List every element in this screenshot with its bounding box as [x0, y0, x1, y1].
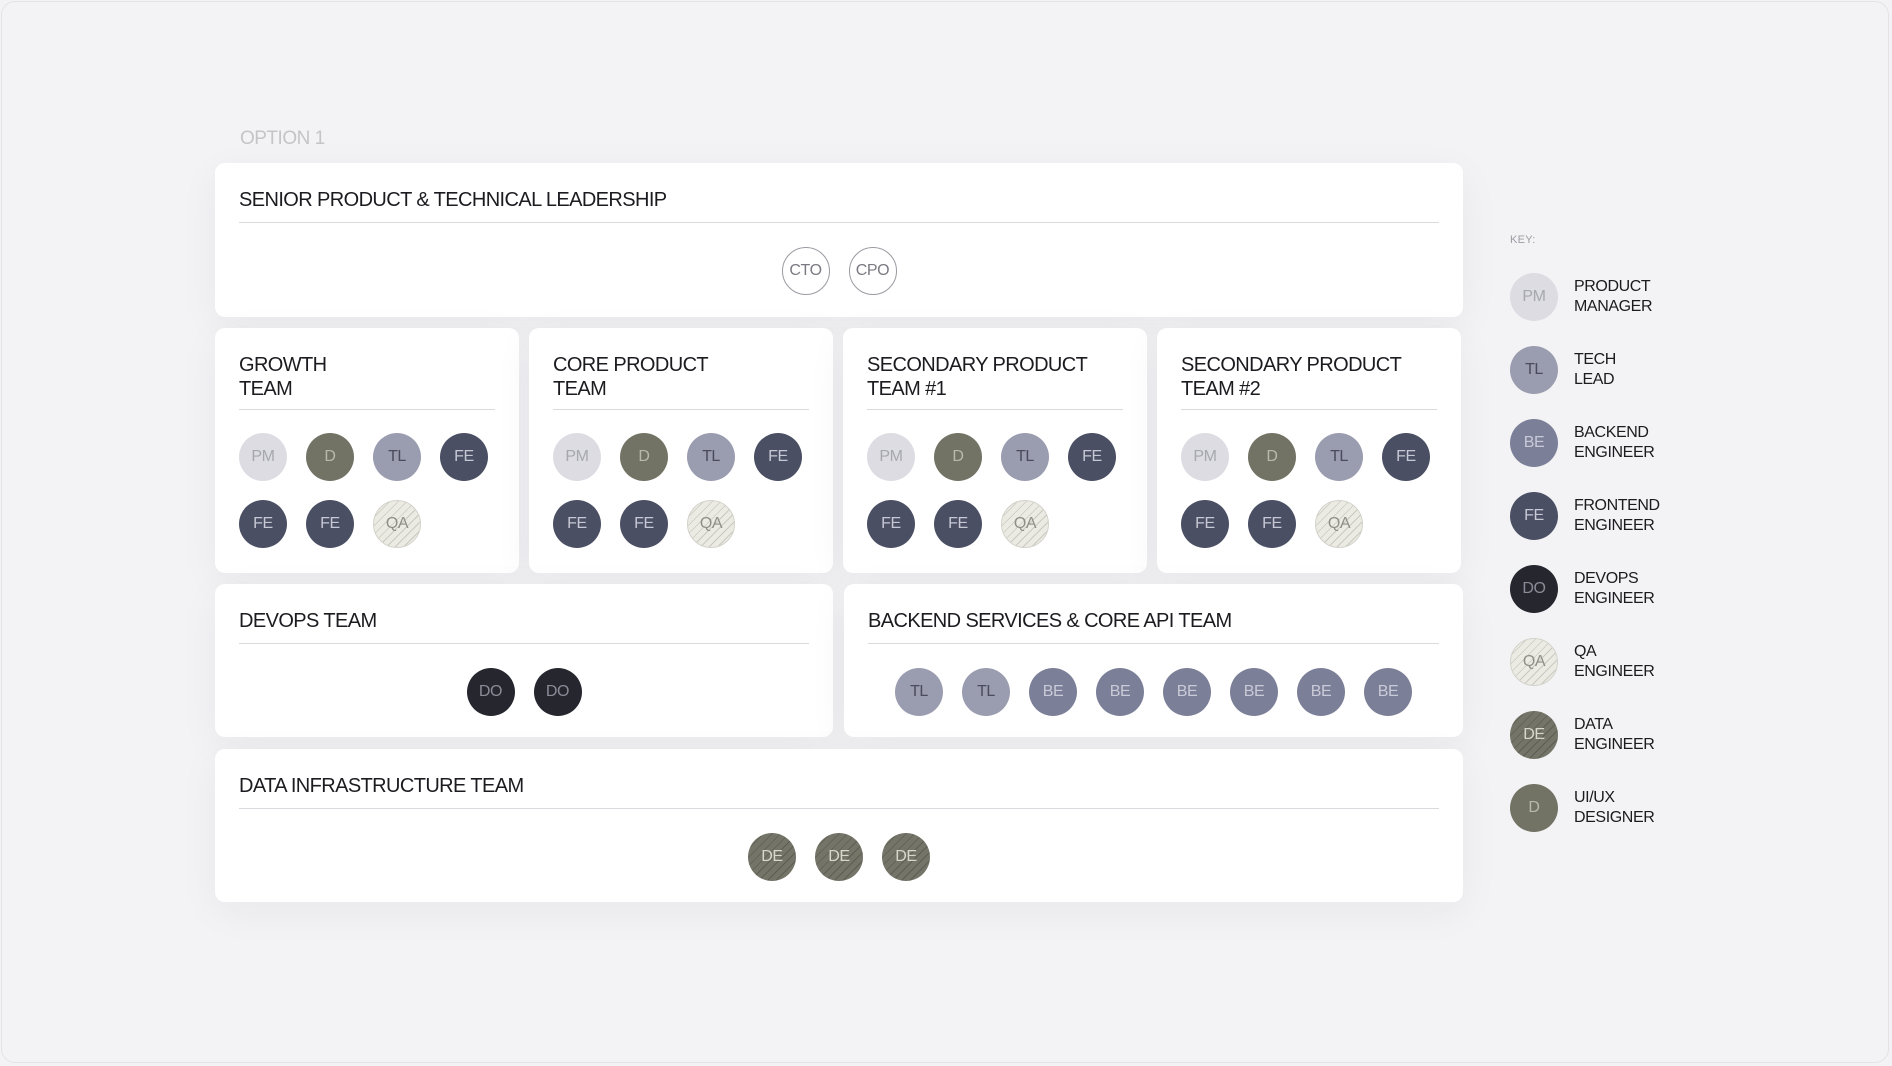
- leadership-title: SENIOR PRODUCT & TECHNICAL LEADERSHIP: [239, 188, 1439, 223]
- member-badge-be: BE: [1364, 668, 1412, 716]
- key-item-frontend-engineer: FE FRONTEND ENGINEER: [1510, 492, 1660, 540]
- member-badge-do: DO: [466, 668, 515, 716]
- member-badge-be: BE: [1096, 668, 1144, 716]
- member-badge-qa: QA: [373, 500, 421, 548]
- key-label: PRODUCT MANAGER: [1574, 278, 1653, 315]
- team-card-growth: GROWTH TEAM PM D TL FE FE FE QA: [215, 328, 519, 573]
- member-badge-de: DE: [815, 833, 863, 881]
- member-badge-tl: TL: [687, 433, 735, 481]
- member-badge-fe: FE: [1068, 433, 1116, 481]
- key-label: DEVOPS ENGINEER: [1574, 570, 1655, 607]
- member-badge-cpo: CPO: [848, 247, 897, 295]
- backend-members: TL TL BE BE BE BE BE BE: [868, 668, 1439, 716]
- member-badge-do: DO: [533, 668, 582, 716]
- option-label: OPTION 1: [240, 128, 325, 149]
- key-badge-qa: QA: [1510, 638, 1558, 686]
- key-label: QA ENGINEER: [1574, 643, 1655, 680]
- member-badge-be: BE: [1297, 668, 1345, 716]
- member-badge-tl: TL: [1315, 433, 1363, 481]
- key-badge-be: BE: [1510, 419, 1558, 467]
- member-badge-fe: FE: [754, 433, 802, 481]
- key-item-backend-engineer: BE BACKEND ENGINEER: [1510, 419, 1655, 467]
- member-badge-tl: TL: [895, 668, 943, 716]
- key-label: TECH LEAD: [1574, 351, 1616, 388]
- member-badge-pm: PM: [867, 433, 915, 481]
- member-badge-pm: PM: [553, 433, 601, 481]
- member-badge-fe: FE: [553, 500, 601, 548]
- member-badge-tl: TL: [1001, 433, 1049, 481]
- member-badge-tl: TL: [373, 433, 421, 481]
- key-item-product-manager: PM PRODUCT MANAGER: [1510, 273, 1653, 321]
- backend-title: BACKEND SERVICES & CORE API TEAM: [868, 609, 1439, 644]
- key-label: FRONTEND ENGINEER: [1574, 497, 1660, 534]
- devops-card: DEVOPS TEAM DO DO: [215, 584, 833, 737]
- team-members: PM D TL FE FE FE QA: [867, 433, 1123, 548]
- key-label: UI/UX DESIGNER: [1574, 789, 1655, 826]
- data-infra-card: DATA INFRASTRUCTURE TEAM DE DE DE: [215, 749, 1463, 902]
- team-title: SECONDARY PRODUCT TEAM #2: [1181, 353, 1437, 410]
- key-badge-de: DE: [1510, 711, 1558, 759]
- team-members: PM D TL FE FE FE QA: [239, 433, 495, 548]
- team-title: SECONDARY PRODUCT TEAM #1: [867, 353, 1123, 410]
- team-members: PM D TL FE FE FE QA: [1181, 433, 1437, 548]
- member-badge-de: DE: [882, 833, 930, 881]
- key-item-data-engineer: DE DATA ENGINEER: [1510, 711, 1655, 759]
- team-card-core-product: CORE PRODUCT TEAM PM D TL FE FE FE QA: [529, 328, 833, 573]
- member-badge-cto: CTO: [781, 247, 830, 295]
- member-badge-pm: PM: [239, 433, 287, 481]
- key-item-ui-ux-designer: D UI/UX DESIGNER: [1510, 784, 1655, 832]
- member-badge-de: DE: [748, 833, 796, 881]
- leadership-members: CTO CPO: [239, 247, 1439, 295]
- key-label: DATA ENGINEER: [1574, 716, 1655, 753]
- key-badge-pm: PM: [1510, 273, 1558, 321]
- member-badge-fe: FE: [239, 500, 287, 548]
- team-card-secondary-2: SECONDARY PRODUCT TEAM #2 PM D TL FE FE …: [1157, 328, 1461, 573]
- team-card-secondary-1: SECONDARY PRODUCT TEAM #1 PM D TL FE FE …: [843, 328, 1147, 573]
- member-badge-fe: FE: [867, 500, 915, 548]
- team-title: GROWTH TEAM: [239, 353, 495, 410]
- key-badge-fe: FE: [1510, 492, 1558, 540]
- member-badge-d: D: [620, 433, 668, 481]
- key-badge-tl: TL: [1510, 346, 1558, 394]
- team-members: PM D TL FE FE FE QA: [553, 433, 809, 548]
- member-badge-fe: FE: [934, 500, 982, 548]
- team-title: CORE PRODUCT TEAM: [553, 353, 809, 410]
- member-badge-be: BE: [1230, 668, 1278, 716]
- member-badge-fe: FE: [1181, 500, 1229, 548]
- member-badge-qa: QA: [1315, 500, 1363, 548]
- devops-members: DO DO: [239, 668, 809, 716]
- leadership-card: SENIOR PRODUCT & TECHNICAL LEADERSHIP CT…: [215, 163, 1463, 317]
- member-badge-fe: FE: [1382, 433, 1430, 481]
- member-badge-d: D: [306, 433, 354, 481]
- key-badge-do: DO: [1510, 565, 1558, 613]
- devops-title: DEVOPS TEAM: [239, 609, 809, 644]
- key-label: BACKEND ENGINEER: [1574, 424, 1655, 461]
- member-badge-fe: FE: [306, 500, 354, 548]
- member-badge-pm: PM: [1181, 433, 1229, 481]
- member-badge-be: BE: [1029, 668, 1077, 716]
- key-badge-d: D: [1510, 784, 1558, 832]
- member-badge-d: D: [1248, 433, 1296, 481]
- member-badge-qa: QA: [687, 500, 735, 548]
- key-item-devops-engineer: DO DEVOPS ENGINEER: [1510, 565, 1655, 613]
- member-badge-qa: QA: [1001, 500, 1049, 548]
- member-badge-d: D: [934, 433, 982, 481]
- member-badge-be: BE: [1163, 668, 1211, 716]
- key-item-tech-lead: TL TECH LEAD: [1510, 346, 1616, 394]
- member-badge-fe: FE: [620, 500, 668, 548]
- key-title: KEY:: [1510, 234, 1536, 246]
- member-badge-fe: FE: [1248, 500, 1296, 548]
- key-item-qa-engineer: QA QA ENGINEER: [1510, 638, 1655, 686]
- data-infra-members: DE DE DE: [239, 833, 1439, 881]
- member-badge-fe: FE: [440, 433, 488, 481]
- data-infra-title: DATA INFRASTRUCTURE TEAM: [239, 774, 1439, 809]
- backend-card: BACKEND SERVICES & CORE API TEAM TL TL B…: [844, 584, 1463, 737]
- member-badge-tl: TL: [962, 668, 1010, 716]
